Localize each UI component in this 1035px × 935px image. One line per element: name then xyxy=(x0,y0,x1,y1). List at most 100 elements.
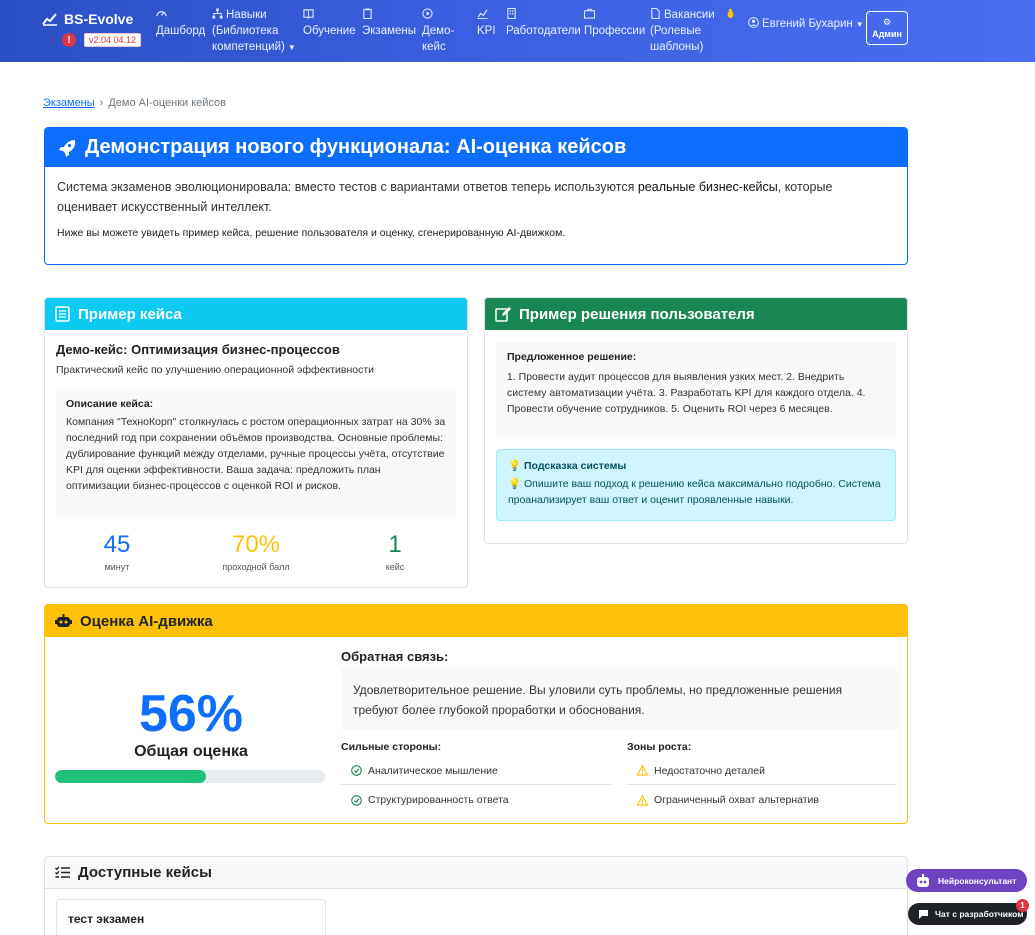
chevron-down-icon: ▼ xyxy=(287,43,296,52)
available-cases-card: Доступные кейсы тест экзамен xyxy=(44,856,908,935)
nav-vacancies[interactable]: Вакансии (Ролевые шаблоны) xyxy=(650,7,720,55)
admin-label: Админ xyxy=(872,29,902,39)
book-icon xyxy=(303,9,314,19)
strength-text: Аналитическое мышление xyxy=(368,764,498,777)
overall-score-value: 56% xyxy=(138,685,244,743)
neuro-consultant-button[interactable]: Нейроконсультант xyxy=(906,869,1027,892)
chat-notification-badge: 1 xyxy=(1016,899,1029,912)
demo-note: Ниже вы можете увидеть пример кейса, реш… xyxy=(57,227,566,239)
hint-text: 💡 Опишите ваш подход к решению кейса мак… xyxy=(508,478,881,506)
neuro-consultant-label: Нейроконсультант xyxy=(938,875,1017,886)
nav-exams-label: Экзамены xyxy=(362,25,417,37)
version-area: ! v2.04 04.12 xyxy=(62,33,142,47)
demo-lead-strong: реальные бизнес-кейсы xyxy=(637,180,778,194)
nav-kpi-label: KPI xyxy=(477,25,496,37)
stat-duration: 45 минут xyxy=(57,530,177,572)
available-cases-title: Доступные кейсы xyxy=(78,864,212,881)
nav-learning[interactable]: Обучение xyxy=(303,7,356,39)
nav-kpi[interactable]: KPI xyxy=(477,7,496,39)
bug-glyph-icon xyxy=(727,8,734,19)
growth-text: Недостаточно деталей xyxy=(654,764,766,777)
growth-text: Ограниченный охват альтернатив xyxy=(654,794,819,806)
breadcrumb: Экзамены › Демо AI-оценки кейсов xyxy=(43,97,226,109)
strengths-label: Сильные стороны: xyxy=(341,741,442,753)
ai-evaluation-card: Оценка AI-движка 56% Общая оценка Обратн… xyxy=(44,604,908,824)
stat-case-count-value: 1 xyxy=(388,531,402,558)
robot-icon xyxy=(55,614,72,627)
case-card-header: Пример кейса xyxy=(45,298,467,330)
top-navbar: BS-Evolve ! v2.04 04.12 Дашборд Навыки (… xyxy=(0,0,1035,62)
gear-icon: ⚙ xyxy=(882,17,892,27)
edit-icon xyxy=(495,307,511,322)
alert-icon[interactable]: ! xyxy=(62,33,76,47)
nav-exams[interactable]: Экзамены xyxy=(362,7,416,39)
score-progress-bar xyxy=(55,770,325,783)
strength-item: Аналитическое мышление xyxy=(341,757,611,785)
available-cases-header: Доступные кейсы xyxy=(45,857,907,889)
play-circle-icon xyxy=(422,8,433,19)
case-list-item[interactable]: тест экзамен xyxy=(56,899,326,935)
stat-case-count-caption: кейс xyxy=(385,562,405,572)
list-check-icon xyxy=(55,866,70,878)
solution-text: 1. Провести аудит процессов для выявлени… xyxy=(507,371,866,415)
user-menu[interactable]: Евгений Бухарин ▼ xyxy=(748,16,864,33)
developer-chat-label: Чат с разработчиком xyxy=(935,909,1024,919)
ai-card-header: Оценка AI-движка xyxy=(45,605,907,637)
case-card-title: Пример кейса xyxy=(78,305,182,323)
breadcrumb-exams-link[interactable]: Экзамены xyxy=(43,97,95,109)
case-description-text: Компания "ТехноКорп" столкнулась с росто… xyxy=(66,416,446,492)
overall-score-caption: Общая оценка xyxy=(134,743,248,760)
growth-label: Зоны роста: xyxy=(627,741,692,753)
warning-icon xyxy=(637,765,648,776)
nav-employers[interactable]: Работодатели xyxy=(506,7,581,39)
feedback-label: Обратная связь: xyxy=(341,649,449,664)
nav-skills[interactable]: Навыки (Библиотека компетенций) ▼ xyxy=(212,7,297,56)
rocket-icon xyxy=(59,139,76,157)
brand-name: BS-Evolve xyxy=(64,11,134,27)
solution-example-card: Пример решения пользователя Предложенное… xyxy=(484,297,908,544)
strength-text: Структурированность ответа xyxy=(368,794,509,806)
stat-case-count: 1 кейс xyxy=(335,530,455,572)
feedback-text: Удовлетворительное решение. Вы уловили с… xyxy=(341,668,897,730)
nav-employers-label: Работодатели xyxy=(506,25,581,37)
nav-learning-label: Обучение xyxy=(303,25,356,37)
nav-demo-case[interactable]: Демо-кейс xyxy=(422,7,456,55)
user-name: Евгений Бухарин xyxy=(762,18,853,30)
robot-icon xyxy=(917,873,929,887)
nav-professions[interactable]: Профессии xyxy=(584,7,645,39)
solution-box: Предложенное решение: 1. Провести аудит … xyxy=(496,342,896,436)
briefcase-icon xyxy=(584,8,595,19)
version-badge: v2.04 04.12 xyxy=(84,33,142,47)
building-icon xyxy=(507,8,516,19)
chevron-down-icon: ▼ xyxy=(855,20,864,29)
stat-pass-score: 70% проходной балл xyxy=(196,530,316,572)
nav-dashboard[interactable]: Дашборд xyxy=(156,7,205,39)
ai-card-title: Оценка AI-движка xyxy=(80,612,213,630)
case-description-label: Описание кейса: xyxy=(66,398,154,410)
breadcrumb-separator: › xyxy=(99,97,104,109)
stat-pass-score-value: 70% xyxy=(231,531,281,558)
gauge-icon xyxy=(156,11,167,17)
case-description-box: Описание кейса: Компания "ТехноКорп" сто… xyxy=(56,389,456,517)
sitemap-icon xyxy=(212,8,223,19)
case-subtitle: Практический кейс по улучшению операцион… xyxy=(56,364,375,376)
system-hint-box: 💡 Подсказка системы 💡 Опишите ваш подход… xyxy=(496,449,896,521)
solution-card-header: Пример решения пользователя xyxy=(485,298,907,330)
chart-icon xyxy=(477,9,488,19)
solution-card-title: Пример решения пользователя xyxy=(519,305,755,323)
developer-chat-button[interactable]: Чат с разработчиком 1 xyxy=(908,899,1029,925)
breadcrumb-current: Демо AI-оценки кейсов xyxy=(108,97,226,109)
bug-icon[interactable] xyxy=(725,7,739,23)
solution-label: Предложенное решение: xyxy=(507,351,637,363)
warning-icon xyxy=(637,794,648,806)
growth-item: Недостаточно деталей xyxy=(627,757,897,785)
brand-logo[interactable]: BS-Evolve xyxy=(42,11,133,27)
chart-line-icon xyxy=(42,13,57,26)
admin-button[interactable]: ⚙ Админ xyxy=(866,11,908,45)
check-circle-icon xyxy=(351,794,362,806)
file-icon xyxy=(651,8,660,19)
stat-duration-caption: минут xyxy=(104,562,130,572)
nav-professions-label: Профессии xyxy=(584,25,646,37)
nav-dashboard-label: Дашборд xyxy=(156,25,206,37)
stat-pass-score-caption: проходной балл xyxy=(222,562,290,572)
